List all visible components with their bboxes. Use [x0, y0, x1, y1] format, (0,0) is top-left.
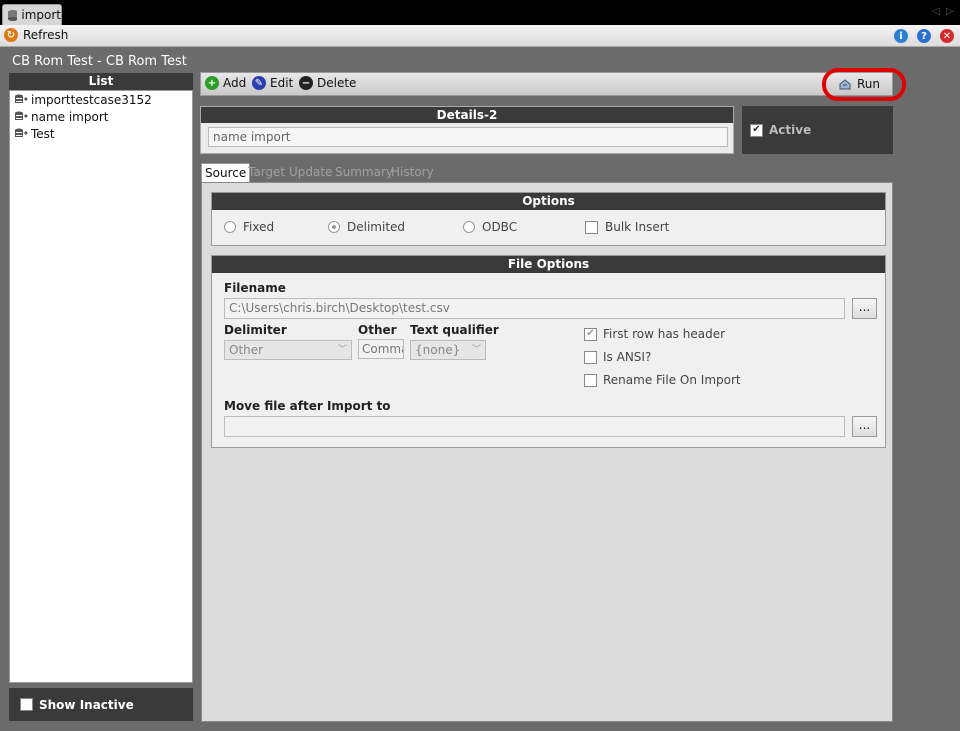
scroll-right-icon[interactable]: ▷ — [946, 6, 954, 17]
document-tab-strip: import ◁ ▷ — [0, 0, 960, 25]
database-arrow-icon — [15, 94, 28, 103]
tab-update[interactable]: Update — [286, 163, 335, 182]
database-icon — [8, 10, 18, 21]
list-item[interactable]: name import — [10, 108, 192, 125]
main-toolbar: ↻ Refresh i ? ✕ — [0, 25, 960, 47]
file-options-header: File Options — [212, 256, 885, 273]
fixed-option[interactable]: Fixed — [224, 220, 274, 234]
options-section: Options Fixed Delimited ODBC Bulk Insert — [211, 192, 886, 246]
first-row-header-label: First row has header — [603, 327, 726, 341]
edit-button[interactable]: ✎ Edit — [252, 76, 293, 90]
database-arrow-icon — [15, 128, 28, 137]
active-checkbox[interactable]: ✔ — [750, 123, 763, 137]
delimited-label: Delimited — [347, 220, 406, 234]
active-toggle[interactable]: ✔ Active — [742, 106, 893, 154]
list-item[interactable]: importtestcase3152 — [10, 91, 192, 108]
delimited-option[interactable]: Delimited — [328, 220, 405, 234]
action-bar: + Add ✎ Edit − Delete Run — [200, 72, 893, 96]
add-label: Add — [223, 76, 247, 90]
is-ansi-option[interactable]: Is ANSI? — [584, 350, 651, 364]
first-row-header-option[interactable]: ✔ First row has header — [584, 327, 725, 341]
move-file-label: Move file after Import to — [224, 399, 391, 413]
rename-file-checkbox[interactable] — [584, 373, 597, 387]
delimiter-value: Other — [229, 343, 264, 357]
name-input[interactable]: name import — [208, 127, 728, 147]
is-ansi-label: Is ANSI? — [603, 350, 652, 364]
filename-browse-button[interactable]: ... — [852, 298, 877, 319]
show-inactive-label: Show Inactive — [39, 697, 134, 712]
details-panel: Details-2 name import — [200, 106, 734, 154]
odbc-option[interactable]: ODBC — [463, 220, 517, 234]
other-input[interactable]: Comma — [358, 339, 404, 359]
refresh-label: Refresh — [23, 28, 69, 42]
add-button[interactable]: + Add — [205, 76, 246, 90]
delimiter-select[interactable]: Other ﹀ — [224, 340, 352, 360]
refresh-button[interactable]: ↻ Refresh — [4, 28, 68, 42]
move-file-input[interactable] — [224, 416, 845, 437]
bulk-insert-label: Bulk Insert — [605, 220, 670, 234]
odbc-radio[interactable] — [463, 221, 475, 233]
list-item-label: importtestcase3152 — [31, 92, 152, 107]
fixed-radio[interactable] — [224, 221, 236, 233]
text-qualifier-label: Text qualifier — [410, 323, 499, 337]
list-item[interactable]: Test — [10, 125, 192, 142]
bulk-insert-checkbox[interactable] — [585, 220, 598, 234]
fixed-label: Fixed — [243, 220, 275, 234]
show-inactive-toggle[interactable]: Show Inactive — [9, 688, 193, 721]
text-qualifier-value: {none} — [415, 343, 461, 357]
tab-source[interactable]: Source — [201, 163, 251, 182]
list-item-label: name import — [31, 109, 109, 124]
tab-history[interactable]: History — [388, 163, 437, 182]
other-label: Other — [358, 323, 397, 337]
filename-label: Filename — [224, 281, 286, 295]
page-title: CB Rom Test - CB Rom Test — [12, 54, 187, 69]
file-options-section: File Options Filename C:\Users\chris.bir… — [211, 255, 886, 448]
delimited-radio[interactable] — [328, 221, 340, 233]
rename-file-label: Rename File On Import — [603, 373, 741, 387]
delete-label: Delete — [317, 76, 357, 90]
first-row-header-checkbox[interactable]: ✔ — [584, 327, 597, 341]
delete-icon: − — [299, 76, 313, 90]
active-label: Active — [769, 123, 812, 137]
move-file-browse-button[interactable]: ... — [852, 416, 877, 437]
tab-summary[interactable]: Summary — [332, 163, 396, 182]
run-highlight-annotation — [822, 68, 906, 101]
info-icon[interactable]: i — [894, 29, 908, 43]
edit-icon: ✎ — [252, 76, 266, 90]
tab-label: import — [21, 8, 61, 22]
list-header: List — [9, 73, 193, 90]
database-arrow-icon — [15, 111, 28, 120]
delimiter-label: Delimiter — [224, 323, 287, 337]
chevron-down-icon: ﹀ — [471, 345, 481, 355]
list-item-label: Test — [31, 126, 55, 141]
edit-label: Edit — [270, 76, 294, 90]
add-icon: + — [205, 76, 219, 90]
odbc-label: ODBC — [482, 220, 518, 234]
text-qualifier-select[interactable]: {none} ﹀ — [410, 340, 486, 360]
tab-target[interactable]: Target — [245, 163, 288, 182]
delete-button[interactable]: − Delete — [299, 76, 356, 90]
chevron-down-icon: ﹀ — [337, 345, 347, 355]
help-icon[interactable]: ? — [917, 29, 931, 43]
refresh-icon: ↻ — [4, 28, 18, 42]
details-header: Details-2 — [201, 107, 733, 123]
scroll-left-icon[interactable]: ◁ — [932, 6, 940, 17]
record-list: importtestcase3152 name import Test — [9, 90, 193, 683]
import-tab[interactable]: import — [2, 4, 62, 25]
filename-input[interactable]: C:\Users\chris.birch\Desktop\test.csv — [224, 298, 845, 319]
rename-file-option[interactable]: Rename File On Import — [584, 373, 741, 387]
options-header: Options — [212, 193, 885, 210]
close-icon[interactable]: ✕ — [940, 29, 954, 43]
bulk-insert-option[interactable]: Bulk Insert — [585, 220, 669, 234]
show-inactive-checkbox[interactable] — [20, 698, 33, 711]
is-ansi-checkbox[interactable] — [584, 350, 597, 364]
source-tab-panel: Options Fixed Delimited ODBC Bulk Insert… — [201, 182, 893, 722]
